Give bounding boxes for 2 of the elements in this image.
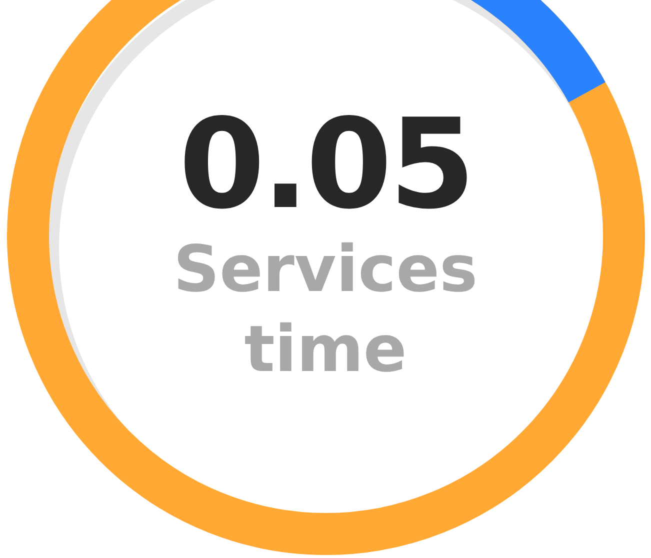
gauge-label: Services time: [172, 232, 479, 389]
gauge-value: 0.05: [178, 100, 472, 230]
